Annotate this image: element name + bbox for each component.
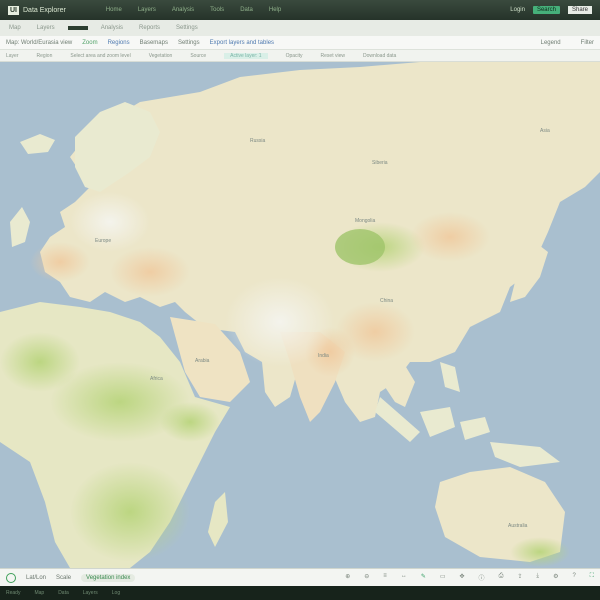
info-vegetation: Vegetation [148, 52, 173, 59]
vegetation-australia [510, 537, 570, 567]
vegetation-core [335, 229, 385, 265]
footer-map[interactable]: Map [34, 590, 44, 596]
scale-readout: Scale [56, 574, 72, 581]
vegetation-west-africa [0, 332, 80, 392]
map-title: Map: World/Eurasia view [6, 39, 73, 46]
app-logo: UI [8, 5, 19, 15]
label-europe: Europe [95, 238, 111, 244]
label-mongolia: Mongolia [355, 218, 376, 224]
heat-europe [110, 247, 190, 297]
coords-readout: Lat/Lon [26, 574, 47, 581]
reset-view-button[interactable]: Reset view [321, 53, 345, 59]
info-icon[interactable]: ⓘ [479, 573, 485, 582]
map-toolbar: Map: World/Eurasia view Zoom Regions Bas… [0, 36, 600, 50]
heat-northeast [410, 212, 490, 262]
share-button[interactable]: Share [567, 6, 592, 14]
menu-item-tools[interactable]: Tools [210, 7, 224, 13]
toolbar-right: Legend Filter [541, 40, 594, 46]
tab-analysis[interactable]: Analysis [98, 24, 126, 32]
footer-log[interactable]: Log [112, 590, 120, 596]
label-russia: Russia [250, 138, 266, 144]
map-canvas[interactable]: Russia Siberia Mongolia China India Arab… [0, 62, 600, 568]
label-australia: Australia [508, 523, 528, 529]
app-title-bar: UI Data Explorer Home Layers Analysis To… [0, 0, 600, 20]
menu-item-home[interactable]: Home [106, 7, 122, 13]
toolbar-basemaps[interactable]: Basemaps [140, 40, 168, 46]
footer-data[interactable]: Data [58, 590, 69, 596]
vegetation-africa-south [70, 462, 190, 562]
toolbar-export[interactable]: Export layers and tables [210, 40, 274, 46]
footer-ready: Ready [6, 590, 21, 596]
label-siberia: Siberia [372, 160, 388, 166]
info-layer: Layer [6, 52, 19, 59]
status-indicator-icon[interactable] [6, 572, 16, 583]
layers-icon[interactable]: ≡ [383, 573, 387, 582]
draw-icon[interactable]: ✎ [421, 573, 426, 582]
app-title: Data Explorer [23, 6, 66, 14]
tab-active-indicator [67, 26, 88, 30]
zoom-out-icon[interactable]: ⊖ [364, 573, 369, 582]
map-tools: ⊕ ⊖ ≡ ↔ ✎ ▭ ✥ ⓘ ⎙ ⇪ ⤓ ⚙ ? ⛶ [345, 573, 594, 582]
layer-info-bar: Layer Region Select area and zoom level … [0, 50, 600, 62]
footer-bar: Ready Map Data Layers Log [0, 586, 600, 600]
info-select-area: Select area and zoom level [70, 52, 131, 59]
toolbar-settings[interactable]: Settings [178, 40, 200, 46]
label-east-region: Asia [540, 128, 550, 134]
export-icon[interactable]: ⤓ [536, 573, 539, 582]
label-africa: Africa [150, 376, 163, 382]
tab-bar: Map Layers Analysis Reports Settings [0, 20, 600, 36]
select-icon[interactable]: ▭ [440, 573, 446, 582]
label-arabia: Arabia [195, 358, 210, 364]
tab-map[interactable]: Map [6, 24, 24, 32]
status-bar: Lat/Lon Scale Vegetation index ⊕ ⊖ ≡ ↔ ✎… [0, 568, 600, 586]
tab-settings[interactable]: Settings [173, 24, 201, 32]
top-right-actions: Login Search Share [510, 6, 592, 14]
share-icon[interactable]: ⇪ [517, 573, 522, 582]
footer-layers[interactable]: Layers [83, 590, 98, 596]
label-india: India [318, 353, 329, 359]
opacity-control[interactable]: Opacity [286, 53, 303, 59]
measure-icon[interactable]: ↔ [401, 573, 407, 582]
vegetation-east-africa [160, 402, 220, 442]
tab-reports[interactable]: Reports [136, 24, 163, 32]
settings-icon[interactable]: ⚙ [553, 573, 558, 582]
help-icon[interactable]: ? [572, 573, 575, 582]
menu-item-data[interactable]: Data [240, 7, 253, 13]
download-data-button[interactable]: Download data [363, 53, 396, 59]
menu-item-layers[interactable]: Layers [138, 7, 156, 13]
tab-layers[interactable]: Layers [34, 24, 58, 32]
info-region: Region [36, 52, 53, 59]
menu-item-analysis[interactable]: Analysis [172, 7, 194, 13]
menu-item-help[interactable]: Help [269, 7, 281, 13]
world-map[interactable]: Russia Siberia Mongolia China India Arab… [0, 62, 600, 568]
info-source: Source [190, 52, 207, 59]
pan-icon[interactable]: ✥ [460, 573, 465, 582]
filter-button[interactable]: Filter [581, 40, 594, 46]
legend-button[interactable]: Legend [541, 40, 561, 46]
fullscreen-icon[interactable]: ⛶ [590, 573, 594, 582]
toolbar-regions[interactable]: Regions [108, 40, 130, 46]
main-menu: Home Layers Analysis Tools Data Help [106, 7, 281, 13]
label-china: China [380, 298, 393, 304]
toolbar-zoom[interactable]: Zoom [82, 40, 97, 46]
search-button[interactable]: Search [532, 6, 560, 14]
print-icon[interactable]: ⎙ [499, 573, 504, 582]
active-layer-badge: Active layer: 1 [224, 52, 268, 59]
login-link[interactable]: Login [510, 7, 525, 13]
zoom-in-icon[interactable]: ⊕ [345, 573, 350, 582]
heat-west-europe [30, 242, 90, 282]
mode-pill[interactable]: Vegetation index [81, 573, 136, 582]
